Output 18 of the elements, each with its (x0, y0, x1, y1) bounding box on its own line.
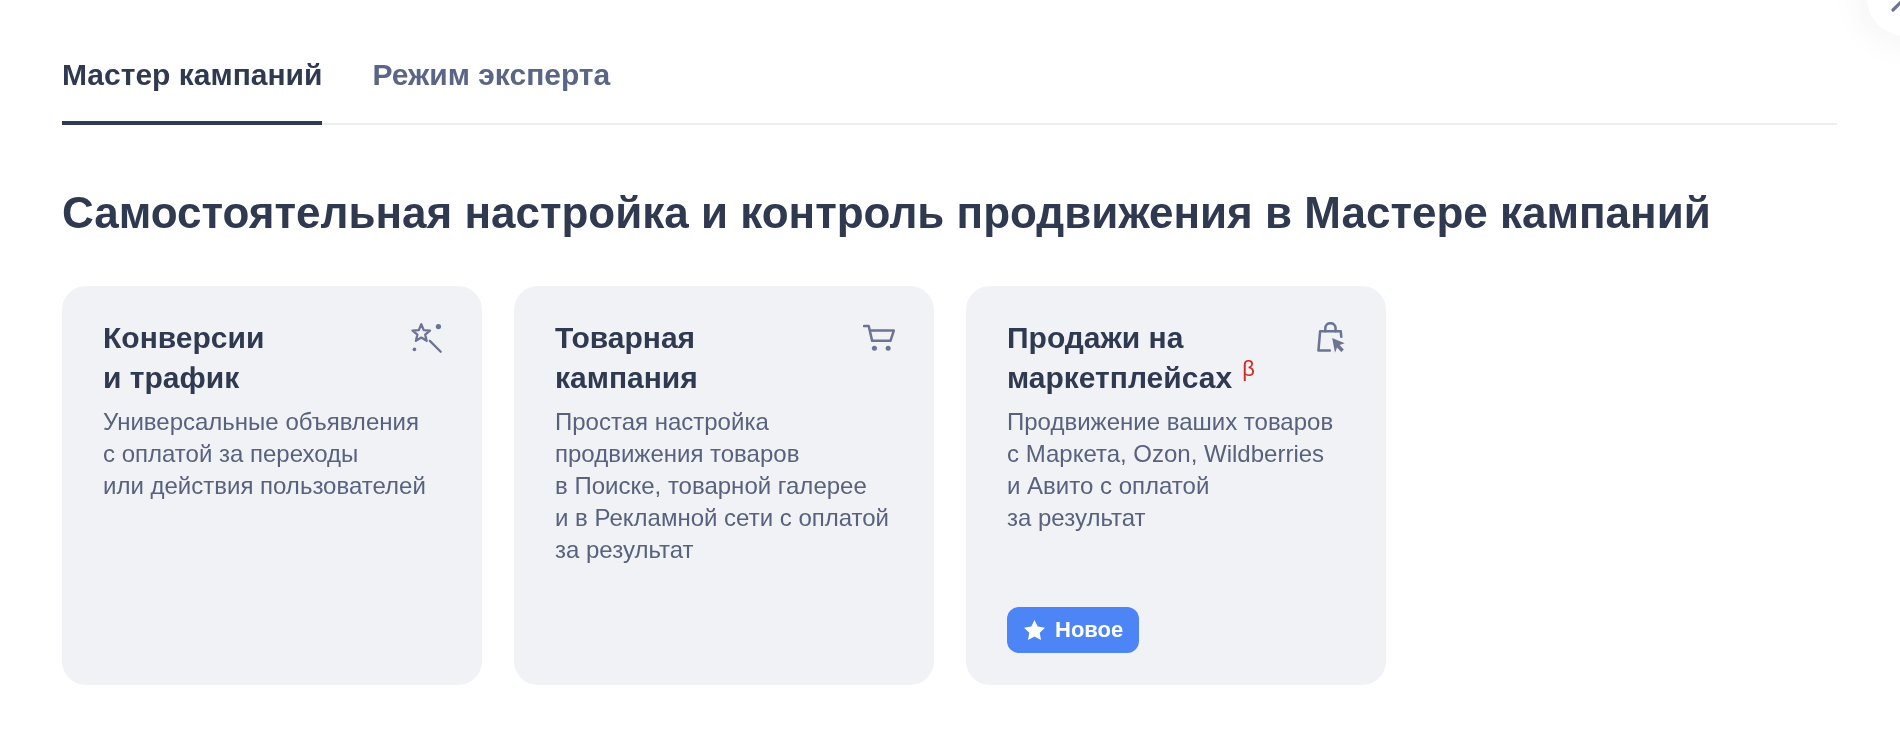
card-description: Простая настройка продвижения товаров в Поиске, товарной галерее и в Рекламной сети с оплатой за результат (555, 407, 891, 565)
tab[interactable]: Режим эксперта (372, 57, 611, 125)
card-title: Товарная кампания (555, 321, 698, 394)
cart-icon (863, 322, 895, 354)
campaign-card[interactable]: Товарная кампания Простая настройка продвижения товаров в Поиске, товарной галерее и в Рекламной сети с оплатой за результат (514, 286, 934, 685)
page-heading: Самостоятельная настройка и контроль продвижения в Мастере кампаний (62, 187, 1712, 239)
badge-label: Новое (1055, 617, 1124, 643)
tab[interactable]: Мастер кампаний (62, 57, 323, 125)
card-description: Продвижение ваших товаров с Маркета, Ozon, Wildberries и Авито с оплатой за результат (1007, 407, 1335, 533)
beta-mark: β (1242, 356, 1255, 381)
star-icon (1024, 620, 1045, 640)
campaign-card[interactable]: Конверсии и трафик Универсальные объявления с оплатой за переходы или действия пользователей (62, 286, 482, 685)
card-description: Универсальные объявления с оплатой за переходы или действия пользователей (103, 407, 427, 501)
card-title: Продажи на маркетплейсах (1007, 321, 1233, 394)
bag-with-cursor-icon (1315, 322, 1347, 354)
campaign-card[interactable]: Продажи на маркетплейсах $^{β}$ Продвижение ваших товаров с Маркета, Ozon, Wildberries и Авито с оплатой за результат Новое (966, 286, 1386, 685)
card-title: Конверсии и трафик (103, 321, 265, 394)
magic-wand-icon (411, 322, 443, 354)
